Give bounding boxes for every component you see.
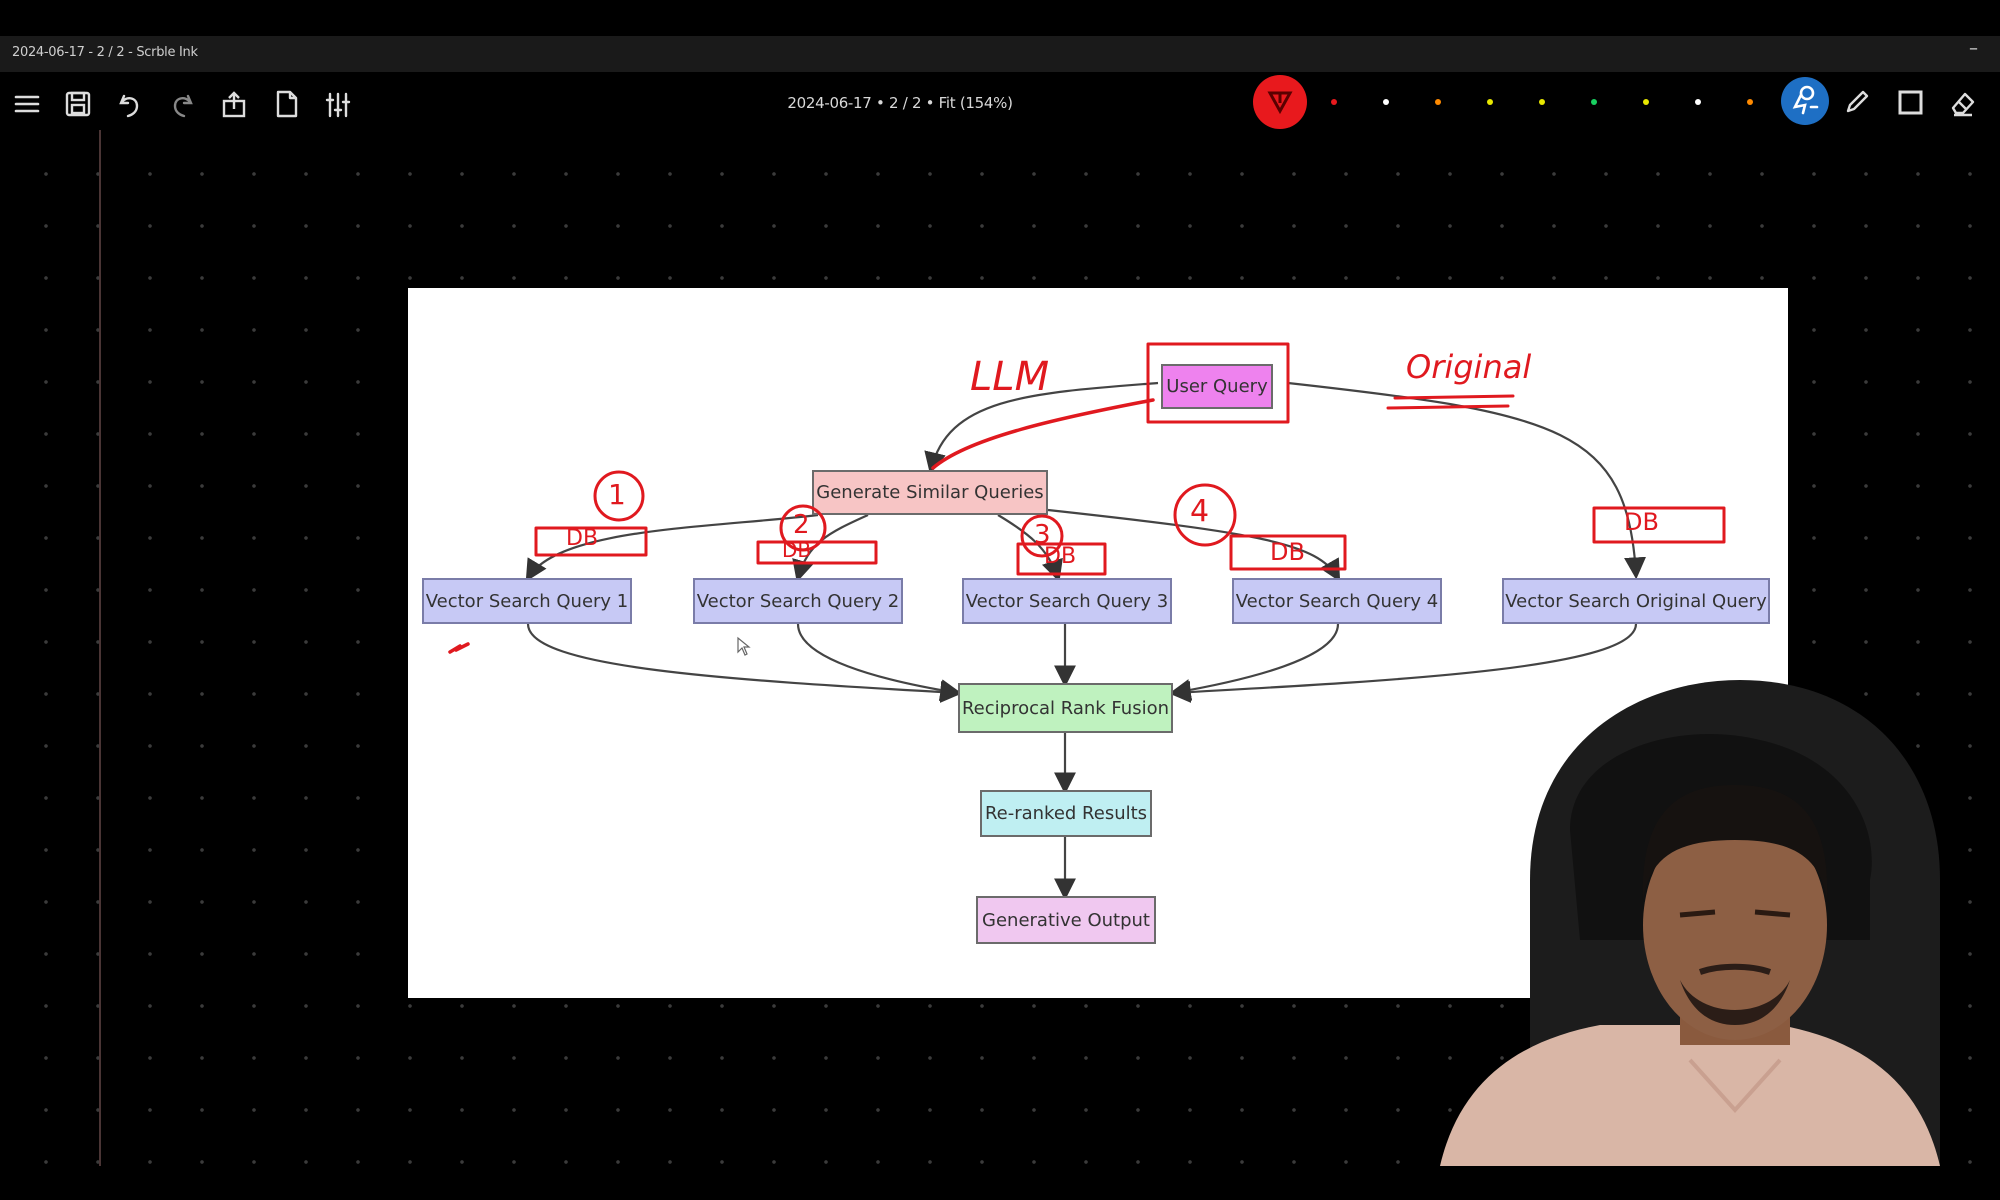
- color-swatch-red[interactable]: [1331, 99, 1337, 105]
- window-title: 2024-06-17 - 2 / 2 - Scrble Ink: [12, 45, 198, 60]
- title-bar: 2024-06-17 - 2 / 2 - Scrble Ink –: [0, 36, 2000, 72]
- color-swatch-yellow-3[interactable]: [1643, 99, 1649, 105]
- annotation-db-1: DB: [566, 526, 599, 551]
- presenter-image: [1440, 680, 1940, 1166]
- pencil-icon[interactable]: [1836, 82, 1876, 122]
- annotation-number-4: 4: [1190, 494, 1210, 529]
- minimize-button[interactable]: –: [1969, 38, 1978, 59]
- color-swatch-white[interactable]: [1383, 99, 1389, 105]
- webcam-overlay: [1380, 680, 1960, 1166]
- red-pen-button[interactable]: [1253, 75, 1307, 129]
- color-swatch-orange-2[interactable]: [1747, 99, 1753, 105]
- annotation-number-2: 2: [793, 510, 810, 540]
- annotation-db-original: DB: [1624, 508, 1659, 536]
- color-swatch-white-2[interactable]: [1695, 99, 1701, 105]
- shape-icon[interactable]: [1890, 82, 1930, 122]
- color-swatch-orange[interactable]: [1435, 99, 1441, 105]
- color-swatch-yellow[interactable]: [1487, 99, 1493, 105]
- annotation-db-3: DB: [1044, 544, 1077, 569]
- page-margin-line: [99, 130, 101, 1166]
- eraser-icon[interactable]: [1942, 82, 1982, 122]
- color-swatch-green[interactable]: [1591, 99, 1597, 105]
- annotation-number-1: 1: [608, 478, 626, 511]
- lasso-icon[interactable]: [1781, 77, 1829, 125]
- color-swatch-yellow-2[interactable]: [1539, 99, 1545, 105]
- annotation-llm: LLM: [970, 354, 1050, 400]
- bottom-bar: [0, 1166, 2000, 1200]
- annotation-db-2: DB: [782, 538, 812, 562]
- cursor-icon: [737, 636, 751, 656]
- annotation-db-4: DB: [1270, 538, 1305, 566]
- annotation-original: Original: [1406, 348, 1532, 386]
- document-info: 2024-06-17 • 2 / 2 • Fit (154%): [787, 94, 1013, 112]
